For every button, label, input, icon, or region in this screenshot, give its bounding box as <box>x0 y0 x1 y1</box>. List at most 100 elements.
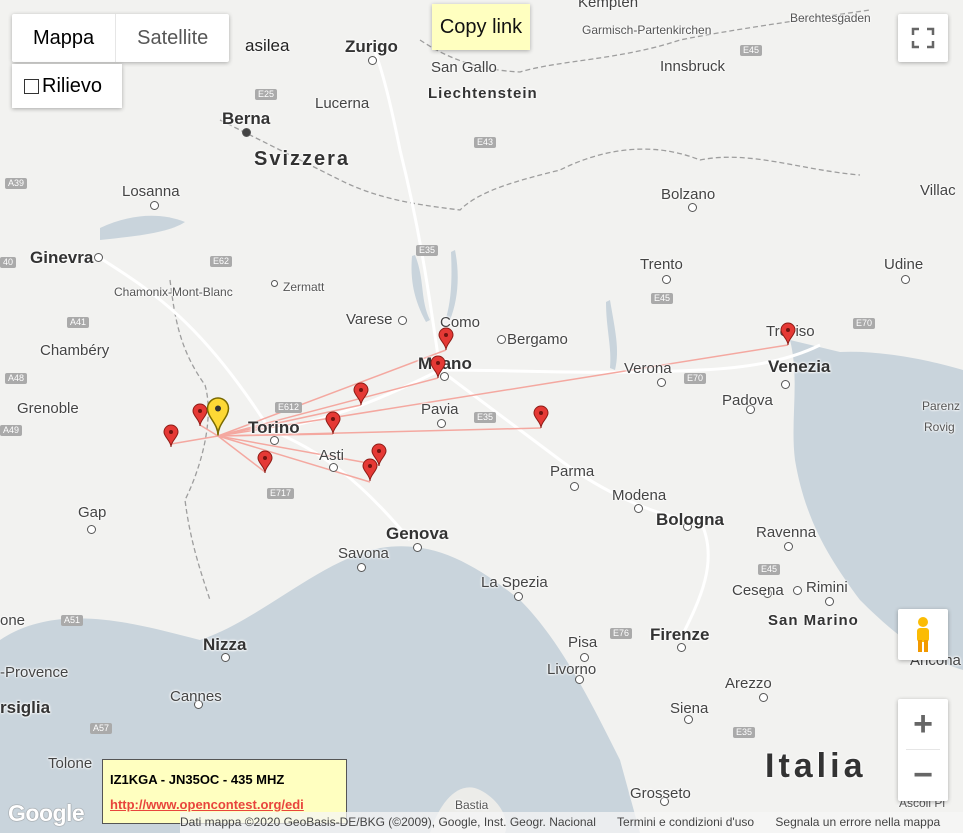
place-label: Tolone <box>48 755 93 772</box>
place-label: Livorno <box>547 661 597 678</box>
contact-marker[interactable] <box>353 382 369 406</box>
place-label: Lucerna <box>315 95 370 112</box>
road-shield: E45 <box>758 564 781 575</box>
contact-marker[interactable] <box>430 355 446 379</box>
contact-marker[interactable] <box>780 322 796 346</box>
place-label: Rovig <box>924 420 955 434</box>
road-shield: A48 <box>5 373 28 384</box>
city-dot <box>825 597 834 606</box>
city-dot <box>413 543 422 552</box>
city-dot <box>662 275 671 284</box>
place-label: Parenz <box>922 399 961 413</box>
place-label: Garmisch-Partenkirchen <box>582 23 712 37</box>
place-label: Savona <box>338 545 389 562</box>
place-label: Siena <box>670 700 709 717</box>
road-shield: A41 <box>67 317 90 328</box>
city-dot <box>398 316 407 325</box>
place-label: Udine <box>884 256 924 273</box>
contact-marker[interactable] <box>438 327 454 351</box>
map-type-satellite[interactable]: Satellite <box>115 14 229 62</box>
place-label: Zurigo <box>345 37 398 56</box>
city-dot <box>634 504 643 513</box>
place-label: Grosseto <box>630 785 691 802</box>
road-shield: E25 <box>255 89 278 100</box>
place-label: Villac <box>920 182 956 199</box>
place-label: Bastia <box>455 798 489 812</box>
place-label: Asti <box>319 447 345 464</box>
road-shield: E45 <box>740 45 763 56</box>
terrain-checkbox[interactable] <box>24 78 39 94</box>
zoom-control: + − <box>898 699 948 801</box>
road-shield: A49 <box>0 425 23 436</box>
road-shield: A57 <box>90 723 113 734</box>
place-label: Cesena <box>732 582 784 599</box>
place-label: Trento <box>640 256 683 273</box>
place-label: Parma <box>550 463 595 480</box>
contact-marker[interactable] <box>325 411 341 435</box>
place-label: one <box>0 612 26 629</box>
road-shield: E76 <box>610 628 633 639</box>
place-label: asilea <box>245 36 290 55</box>
map-type-control: Mappa Satellite <box>12 14 230 62</box>
country-label: Italia <box>765 747 867 785</box>
map-canvas[interactable]: E45 E25 E43 E35 E62 E45 E70 A39 40 A41 A… <box>0 0 963 833</box>
city-dot <box>514 592 523 601</box>
city-dot <box>94 253 103 262</box>
home-station-marker[interactable] <box>206 396 230 436</box>
city-dot <box>87 525 96 534</box>
station-info-title: IZ1KGA - JN35OC - 435 MHZ <box>110 772 285 787</box>
place-label: Grenoble <box>17 400 79 417</box>
map-data-attribution[interactable]: Dati mappa ©2020 GeoBasis-DE/BKG (©2009)… <box>180 815 596 829</box>
place-label: Ginevra <box>30 248 94 267</box>
fullscreen-button[interactable] <box>898 14 948 62</box>
place-label: Innsbruck <box>660 58 726 75</box>
terrain-toggle[interactable]: Rilievo <box>12 64 122 108</box>
city-dot <box>221 653 230 662</box>
place-label: Chamonix-Mont-Blanc <box>114 285 233 299</box>
place-label: Firenze <box>650 625 710 644</box>
road-shield: A51 <box>61 615 84 626</box>
place-label: Modena <box>612 487 667 504</box>
road-shield: A39 <box>5 178 28 189</box>
google-logo[interactable]: Google <box>8 800 85 827</box>
terrain-label: Rilievo <box>42 74 103 97</box>
fullscreen-icon <box>911 27 935 49</box>
report-error-link[interactable]: Segnala un errore nella mappa <box>775 815 940 829</box>
place-label: Varese <box>346 311 393 328</box>
city-dot <box>270 436 279 445</box>
city-dot <box>329 463 338 472</box>
city-dot <box>793 586 802 595</box>
map-type-roadmap[interactable]: Mappa <box>12 14 115 62</box>
contact-marker[interactable] <box>163 424 179 448</box>
street-view-pegman[interactable] <box>898 609 948 660</box>
road-shield: E62 <box>210 256 233 267</box>
opencontest-link[interactable]: http://www.opencontest.org/edi <box>110 797 304 812</box>
city-dot <box>781 380 790 389</box>
contact-marker[interactable] <box>257 450 273 474</box>
contact-marker[interactable] <box>533 405 549 429</box>
zoom-out-button[interactable]: − <box>898 750 948 800</box>
city-dot <box>688 203 697 212</box>
city-dot <box>150 201 159 210</box>
terms-link[interactable]: Termini e condizioni d'uso <box>617 815 754 829</box>
place-label: rsiglia <box>0 698 51 717</box>
contact-marker[interactable] <box>362 458 378 482</box>
road-shield: E43 <box>474 137 497 148</box>
city-dot <box>437 419 446 428</box>
city-dot <box>570 482 579 491</box>
place-label: Nizza <box>203 635 247 654</box>
copy-link-button[interactable]: Copy link <box>432 4 530 50</box>
country-label: Svizzera <box>254 148 351 170</box>
place-label: Chambéry <box>40 342 110 359</box>
place-label: Pavia <box>421 401 459 418</box>
zoom-in-button[interactable]: + <box>898 699 948 749</box>
place-label: Losanna <box>122 183 180 200</box>
road-shield: E35 <box>474 412 497 423</box>
city-dot <box>368 56 377 65</box>
place-label: Rimini <box>806 579 848 596</box>
place-label: Bolzano <box>661 186 716 203</box>
road-shield: E717 <box>267 488 295 499</box>
city-dot <box>784 542 793 551</box>
city-dot <box>901 275 910 284</box>
place-label: Pisa <box>568 634 598 651</box>
